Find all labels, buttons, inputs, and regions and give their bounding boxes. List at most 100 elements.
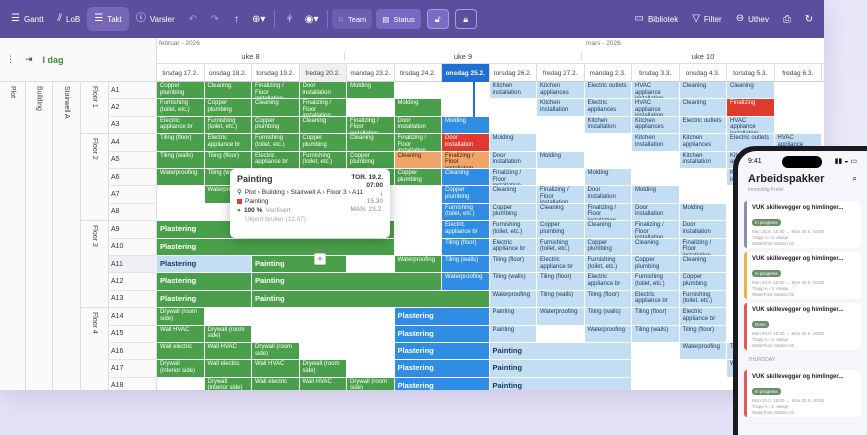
day-header-cell[interactable]: fredag 27.2. [537, 64, 585, 82]
day-header-cell[interactable]: torsdag 5.3. [727, 64, 775, 82]
task-cell[interactable]: Drywall (room side) [204, 325, 252, 343]
task-cell[interactable]: Door installation [394, 116, 442, 135]
task-cell[interactable]: Cleaning [632, 238, 680, 256]
task-cell[interactable]: Wall HVAC [157, 325, 205, 343]
task-cell[interactable]: Tiling (floor) [584, 290, 632, 309]
task-cell[interactable]: Cleaning [537, 203, 585, 222]
task-cell[interactable]: Tiling (floor) [679, 325, 727, 343]
task-cell[interactable]: Copper plumbing [299, 134, 347, 152]
today-button[interactable]: I dag [43, 55, 64, 65]
task-cell[interactable]: Copper plumbing [489, 203, 537, 222]
add-icon[interactable]: + [314, 253, 326, 265]
row-label[interactable]: A16 [109, 343, 157, 361]
task-cell[interactable]: Painting [489, 325, 537, 343]
gantt-button[interactable]: ☰ Gantt [4, 7, 51, 31]
task-cell[interactable]: Furnishing (toilet, etc.) [252, 134, 300, 152]
task-cell[interactable]: Door installation [632, 203, 680, 222]
task-cell[interactable]: Kitchen installation [537, 99, 585, 117]
task-cell[interactable]: Cleaning [727, 82, 775, 100]
day-header-cell[interactable]: onsdag 25.2. [442, 64, 490, 82]
task-cell[interactable]: Molding [489, 134, 537, 152]
task-cell[interactable]: Drywall (room side) [157, 308, 205, 326]
search-icon[interactable]: ⌕ [853, 174, 857, 184]
task-cell[interactable]: Tiling (floor) [632, 308, 680, 326]
task-cell[interactable]: Door installation [584, 186, 632, 204]
task-cell-merged[interactable]: Painting [252, 256, 347, 274]
task-cell[interactable]: Furnishing (toilet, etc.) [489, 221, 537, 239]
task-cell-merged[interactable]: Plastering [157, 256, 252, 274]
task-cell[interactable]: Wall HVAC [252, 360, 300, 378]
task-cell[interactable]: Tiling (walls) [537, 290, 585, 309]
task-cell[interactable]: Finalizing [727, 99, 775, 117]
task-cell-merged[interactable]: Painting [489, 343, 632, 361]
task-cell[interactable]: Furnishing (toilet, etc.) [537, 238, 585, 256]
move-up-icon[interactable]: ↑ [226, 7, 248, 31]
task-cell[interactable]: Door installation [489, 151, 537, 169]
team-toggle[interactable]: ⁙ Team [331, 9, 373, 29]
task-cell[interactable]: Tiling (walls) [632, 325, 680, 343]
task-cell[interactable]: Waterproofing [394, 256, 442, 274]
task-cell[interactable]: Copper plumbing [157, 82, 205, 100]
task-cell[interactable]: Waterproofing [489, 290, 537, 309]
status-toggle[interactable]: ▤ Status [376, 9, 421, 29]
task-cell[interactable]: Tiling (walls) [157, 151, 205, 169]
task-cell[interactable]: Kitchen appliances [679, 134, 727, 152]
task-cell[interactable]: Wall HVAC [299, 377, 347, 390]
day-header-cell[interactable]: torsdag 26.2. [490, 64, 537, 82]
task-cell[interactable]: Waterproofing [584, 325, 632, 343]
task-cell[interactable]: Kitchen appliances [632, 116, 680, 135]
task-cell[interactable]: Kitchen installation [679, 151, 727, 169]
task-cell[interactable]: Drywall (room side) [347, 377, 395, 390]
task-cell[interactable]: Molding [679, 203, 727, 222]
task-cell[interactable]: Copper plumbing [537, 221, 585, 239]
task-cell[interactable]: Door installation [442, 134, 490, 152]
task-cell[interactable]: Waterproofing [442, 273, 490, 291]
task-cell[interactable]: Furnishing (toilet, etc.) [584, 256, 632, 274]
task-cell[interactable]: Electric appliances [584, 99, 632, 117]
task-cell[interactable]: Cleaning [252, 99, 300, 117]
task-cell[interactable]: Electric outlets [679, 116, 727, 135]
task-cell[interactable]: Furnishing (toilet, etc.) [204, 116, 252, 135]
task-cell-merged[interactable]: Plastering [394, 343, 490, 361]
task-cell[interactable]: Kitchen installation [584, 116, 632, 135]
task-cell[interactable]: Copper plumbing [252, 116, 300, 135]
takt-button[interactable]: ☰ Takt [87, 7, 129, 31]
row-label[interactable]: A4 [109, 134, 157, 152]
task-cell[interactable]: Cleaning [679, 256, 727, 274]
work-package-card[interactable]: VUK skillevegger og himlinger... In progr… [744, 252, 861, 299]
task-cell[interactable]: Electric appliance br [632, 290, 680, 309]
redo-icon[interactable]: ↷ [204, 7, 226, 31]
day-header-cell[interactable]: mandag 23.2. [347, 64, 395, 82]
task-cell[interactable]: Molding [632, 186, 680, 204]
task-cell-merged[interactable]: Painting [489, 377, 632, 390]
task-cell[interactable]: Cleaning [679, 82, 727, 100]
task-cell-merged[interactable]: Plastering [394, 325, 490, 343]
task-cell[interactable]: Finalizing / Floor installation [489, 169, 537, 187]
row-label[interactable]: A1 [109, 82, 157, 100]
task-cell-merged[interactable]: Painting [252, 273, 442, 291]
task-cell[interactable]: Molding [442, 116, 490, 135]
varsler-button[interactable]: ⓘ Varsler [129, 7, 182, 31]
task-cell[interactable]: Copper plumbing [584, 238, 632, 256]
task-cell[interactable]: Finalizing / Floor installation [679, 238, 727, 256]
task-cell[interactable]: Finalizing / Floor installation [252, 82, 300, 100]
task-cell[interactable]: Copper plumbing [347, 151, 395, 169]
task-cell-merged[interactable]: Plastering [157, 238, 395, 256]
task-cell[interactable]: Kitchen installation [489, 82, 537, 100]
task-cell[interactable]: Kitchen appliances [537, 82, 585, 100]
day-header-cell[interactable]: torsdag 19.2. [252, 64, 300, 82]
task-cell[interactable]: Furnishing (toilet, etc.) [679, 290, 727, 309]
task-cell[interactable]: Tiling (walls) [584, 308, 632, 326]
task-cell[interactable]: Wall electric [204, 360, 252, 378]
task-cell[interactable]: Copper plumbing [394, 169, 442, 187]
task-cell[interactable]: Finalizing / Floor installation [537, 186, 585, 204]
filter-button[interactable]: ▽ Filter [685, 7, 728, 31]
zoom-icon[interactable]: ⊕▾ [248, 7, 270, 31]
task-cell[interactable]: Electric appliance br [537, 256, 585, 274]
task-cell[interactable]: Kitchen installation [632, 134, 680, 152]
row-label[interactable]: A18 [109, 378, 157, 390]
task-cell[interactable]: Tiling (floor) [489, 256, 537, 274]
task-cell[interactable]: Furnishing (toilet, etc.) [299, 151, 347, 169]
task-cell[interactable]: Cleaning [204, 82, 252, 100]
task-cell-merged[interactable]: Plastering [157, 290, 252, 309]
